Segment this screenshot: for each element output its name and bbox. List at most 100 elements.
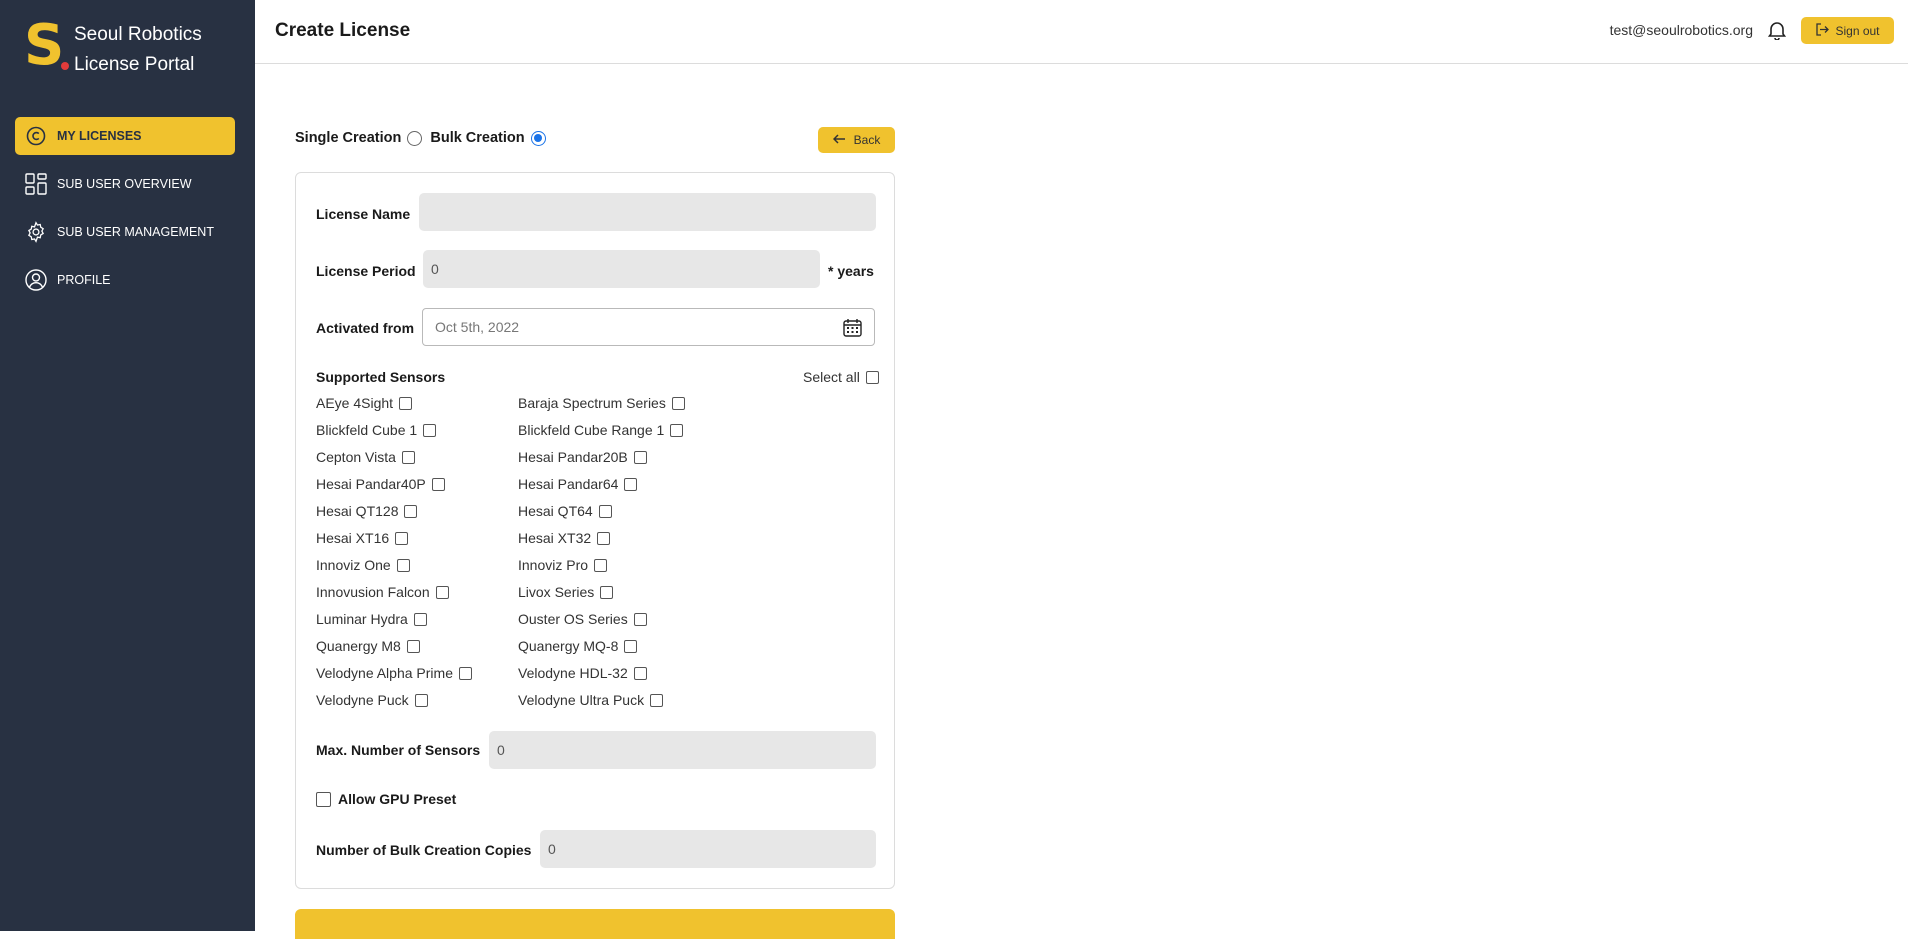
gpu-preset-label: Allow GPU Preset bbox=[338, 791, 457, 807]
sensor-option: Innoviz One bbox=[316, 557, 410, 573]
back-label: Back bbox=[853, 133, 881, 147]
sensor-label: AEye 4Sight bbox=[316, 395, 394, 411]
sensor-checkbox[interactable] bbox=[406, 639, 420, 653]
page-title: Create License bbox=[275, 20, 411, 41]
license-name-label: License Name bbox=[316, 206, 411, 222]
sensor-checkbox[interactable] bbox=[597, 531, 611, 545]
sidebar-item-label: SUB USER OVERVIEW bbox=[57, 177, 192, 191]
bulk-copies-input[interactable]: 0 bbox=[540, 830, 876, 868]
sensor-label: Quanergy MQ-8 bbox=[518, 638, 619, 654]
bulk-creation-radio[interactable] bbox=[530, 130, 546, 146]
user-email: test@seoulrobotics.org bbox=[1609, 22, 1753, 38]
sensor-option: Blickfeld Cube 1 bbox=[316, 422, 437, 438]
topbar: Create License test@seoulrobotics.org Si… bbox=[255, 0, 1908, 64]
brand-line1: Seoul Robotics bbox=[74, 24, 202, 45]
sensor-label: Hesai Pandar64 bbox=[518, 476, 619, 492]
sidebar-item-my-licenses[interactable]: MY LICENSES bbox=[15, 117, 235, 155]
max-sensors-input[interactable]: 0 bbox=[489, 731, 876, 769]
sensor-checkbox[interactable] bbox=[670, 423, 684, 437]
sensor-option: Quanergy M8 bbox=[316, 638, 420, 654]
signout-button[interactable]: Sign out bbox=[1801, 17, 1894, 44]
sidebar-item-sub-user-overview[interactable]: SUB USER OVERVIEW bbox=[15, 165, 235, 203]
sensor-option: Innoviz Pro bbox=[518, 557, 608, 573]
license-period-input[interactable]: 0 bbox=[423, 250, 820, 288]
sensor-checkbox[interactable] bbox=[633, 612, 647, 626]
sensor-option: Hesai QT128 bbox=[316, 503, 418, 519]
signout-label: Sign out bbox=[1835, 23, 1880, 38]
sidebar-item-profile[interactable]: PROFILE bbox=[15, 261, 235, 299]
sensor-checkbox[interactable] bbox=[650, 693, 664, 707]
sensor-option: Hesai XT32 bbox=[518, 530, 611, 546]
sensor-checkbox[interactable] bbox=[435, 585, 449, 599]
sensor-checkbox[interactable] bbox=[624, 477, 638, 491]
sensor-label: Blickfeld Cube Range 1 bbox=[518, 422, 665, 438]
sensor-checkbox[interactable] bbox=[600, 585, 614, 599]
select-all-label: Select all bbox=[803, 369, 860, 385]
sensor-option: Hesai Pandar40P bbox=[316, 476, 445, 492]
sidebar-item-label: MY LICENSES bbox=[57, 129, 142, 143]
sensor-checkbox[interactable] bbox=[458, 666, 472, 680]
sensor-checkbox[interactable] bbox=[633, 450, 647, 464]
bulk-creation-label: Bulk Creation bbox=[430, 130, 525, 146]
calendar-icon[interactable] bbox=[843, 318, 862, 340]
select-all: Select all bbox=[803, 369, 879, 385]
sensor-option: Hesai XT16 bbox=[316, 530, 409, 546]
sensor-checkbox[interactable] bbox=[598, 504, 612, 518]
sensor-checkbox[interactable] bbox=[624, 639, 638, 653]
select-all-checkbox[interactable] bbox=[865, 370, 879, 384]
sensor-label: Innoviz Pro bbox=[518, 557, 589, 573]
gpu-preset-option: Allow GPU Preset bbox=[316, 791, 456, 807]
sensor-option: Livox Series bbox=[518, 584, 614, 600]
sidebar-item-sub-user-management[interactable]: SUB USER MANAGEMENT bbox=[15, 213, 235, 251]
activated-from-value: Oct 5th, 2022 bbox=[435, 319, 520, 335]
activated-from-label: Activated from bbox=[316, 320, 415, 336]
bulk-copies-label: Number of Bulk Creation Copies bbox=[316, 842, 532, 858]
sensor-option: Velodyne Ultra Puck bbox=[518, 692, 664, 708]
back-button[interactable]: Back bbox=[818, 127, 895, 153]
sensor-label: Hesai Pandar20B bbox=[518, 449, 628, 465]
sensor-checkbox[interactable] bbox=[395, 531, 409, 545]
sensor-checkbox[interactable] bbox=[401, 450, 415, 464]
sensor-checkbox[interactable] bbox=[396, 558, 410, 572]
license-name-input[interactable] bbox=[419, 193, 876, 231]
creation-mode-selector: Single Creation Bulk Creation bbox=[295, 130, 554, 146]
bell-icon[interactable] bbox=[1767, 20, 1788, 42]
license-period-unit: * years bbox=[828, 263, 874, 279]
sensor-label: Velodyne Alpha Prime bbox=[316, 665, 453, 681]
sensor-checkbox[interactable] bbox=[399, 396, 413, 410]
single-creation-radio[interactable] bbox=[407, 130, 423, 146]
sensor-label: Ouster OS Series bbox=[518, 611, 628, 627]
sensor-label: Hesai QT128 bbox=[316, 503, 399, 519]
copyright-icon bbox=[24, 124, 48, 148]
user-circle-icon bbox=[24, 268, 48, 292]
sensor-option: Ouster OS Series bbox=[518, 611, 647, 627]
max-sensors-label: Max. Number of Sensors bbox=[316, 742, 481, 758]
logo-letter: S bbox=[24, 13, 65, 78]
sensor-label: Quanergy M8 bbox=[316, 638, 401, 654]
sensor-option: Blickfeld Cube Range 1 bbox=[518, 422, 684, 438]
sensor-checkbox[interactable] bbox=[633, 666, 647, 680]
sensor-label: Cepton Vista bbox=[316, 449, 396, 465]
sensor-label: Luminar Hydra bbox=[316, 611, 408, 627]
sensor-checkbox[interactable] bbox=[671, 396, 685, 410]
sensor-checkbox[interactable] bbox=[404, 504, 418, 518]
license-period-label: License Period bbox=[316, 263, 416, 279]
gpu-preset-checkbox[interactable] bbox=[316, 791, 331, 807]
sensor-checkbox[interactable] bbox=[413, 612, 427, 626]
sensor-option: AEye 4Sight bbox=[316, 395, 413, 411]
gear-icon bbox=[24, 220, 48, 244]
sensor-checkbox[interactable] bbox=[594, 558, 608, 572]
sensor-checkbox[interactable] bbox=[431, 477, 445, 491]
brand-logo[interactable]: S Seoul Robotics License Portal bbox=[24, 18, 202, 80]
sensor-option: Velodyne Puck bbox=[316, 692, 428, 708]
sensor-label: Velodyne Ultra Puck bbox=[518, 692, 645, 708]
sensor-label: Livox Series bbox=[518, 584, 595, 600]
supported-sensors-label: Supported Sensors bbox=[316, 369, 446, 385]
sensor-label: Hesai Pandar40P bbox=[316, 476, 426, 492]
sidebar: S Seoul Robotics License Portal MY LICEN… bbox=[0, 0, 255, 931]
sensor-checkbox[interactable] bbox=[423, 423, 437, 437]
create-license-button[interactable] bbox=[295, 909, 895, 939]
sensor-checkbox[interactable] bbox=[414, 693, 428, 707]
activated-from-date-input[interactable]: Oct 5th, 2022 bbox=[422, 308, 875, 346]
sensor-option: Velodyne Alpha Prime bbox=[316, 665, 472, 681]
